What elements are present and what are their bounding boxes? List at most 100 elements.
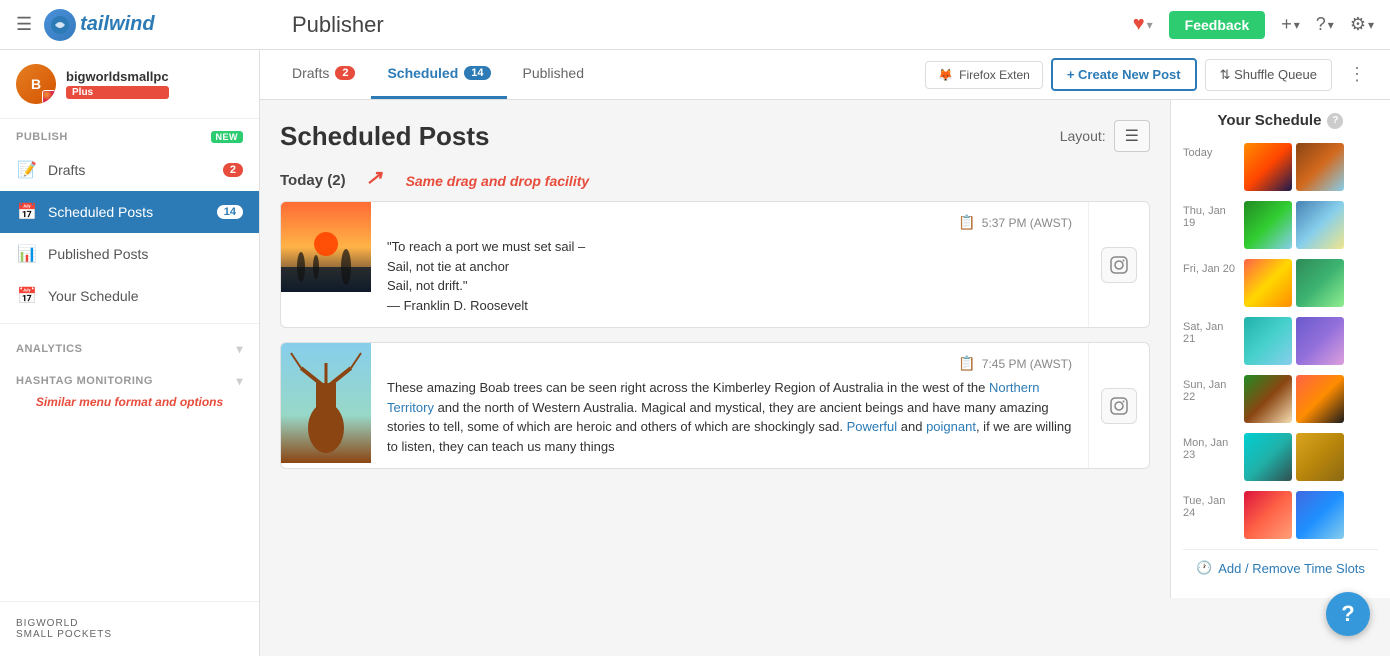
sidebar-item-published[interactable]: 📊 Published Posts [0, 233, 259, 275]
post-meta-1: 📋 5:37 PM (AWST) [387, 214, 1072, 231]
schedule-thumb-fri-2[interactable] [1296, 259, 1344, 307]
tab-scheduled-count: 14 [464, 66, 490, 80]
sidebar-item-schedule[interactable]: 📅 Your Schedule [0, 275, 259, 317]
sidebar-item-scheduled[interactable]: 📅 Scheduled Posts 14 [0, 191, 259, 233]
help-button[interactable]: ? ▾ [1316, 14, 1334, 35]
post-actions-1 [1088, 202, 1149, 327]
schedule-thumb-tue-1[interactable] [1244, 491, 1292, 539]
logo[interactable]: tailwind [44, 9, 154, 41]
hamburger-icon[interactable]: ☰ [16, 14, 32, 35]
sidebar-divider [0, 323, 259, 324]
posts-title: Scheduled Posts [280, 121, 490, 152]
schedule-help-icon[interactable]: ? [1327, 113, 1343, 129]
instagram-badge [42, 90, 56, 104]
schedule-day-fri: Fri, Jan 20 [1183, 259, 1378, 307]
schedule-images-thu [1244, 201, 1344, 249]
feedback-button[interactable]: Feedback [1169, 11, 1266, 39]
instagram-action-btn-1[interactable] [1101, 247, 1137, 283]
post-thumbnail-1 [281, 202, 371, 292]
sidebar-item-drafts[interactable]: 📝 Drafts 2 [0, 149, 259, 191]
schedule-images-mon [1244, 433, 1344, 481]
shuffle-queue-button[interactable]: ⇅ Shuffle Queue [1205, 59, 1332, 91]
schedule-panel-wrapper: Your Schedule ? Today Thu, Jan 19 [1170, 100, 1390, 656]
analytics-chevron: ▾ [236, 342, 243, 356]
brand-logo: BIGWORLD SMALL POCKETS [16, 618, 243, 640]
layout-button[interactable]: ☰ [1114, 120, 1150, 152]
plus-button[interactable]: + ▾ [1281, 14, 1300, 35]
schedule-day-today: Today [1183, 143, 1378, 191]
tab-drafts[interactable]: Drafts 2 [276, 50, 371, 99]
tab-bar: Drafts 2 Scheduled 14 Published 🦊 Firefo… [260, 50, 1390, 100]
settings-dropdown-icon: ▾ [1368, 18, 1374, 32]
platform-icon-1: 📋 [958, 214, 975, 231]
settings-button[interactable]: ⚙ ▾ [1350, 14, 1374, 35]
poignant-link[interactable]: poignant [926, 419, 976, 434]
schedule-images-fri [1244, 259, 1344, 307]
user-profile: B bigworldsmallpc Plus [0, 50, 259, 119]
schedule-thumb-today-2[interactable] [1296, 143, 1344, 191]
schedule-thumb-today-1[interactable] [1244, 143, 1292, 191]
top-nav-center: Publisher [276, 12, 1133, 38]
top-nav: ☰ tailwind Publisher ♥ ▾ Feedback + ▾ ? … [0, 0, 1390, 50]
help-bubble[interactable]: ? [1326, 592, 1370, 636]
user-info: bigworldsmallpc Plus [66, 69, 169, 99]
schedule-thumb-sun-2[interactable] [1296, 375, 1344, 423]
sidebar: B bigworldsmallpc Plus PUBLISH NEW 📝 Dra… [0, 50, 260, 656]
schedule-thumb-mon-1[interactable] [1244, 433, 1292, 481]
schedule-day-sun: Sun, Jan 22 [1183, 375, 1378, 423]
sidebar-bottom: BIGWORLD SMALL POCKETS [0, 601, 259, 656]
powerful-link[interactable]: Powerful [847, 419, 898, 434]
schedule-thumb-mon-2[interactable] [1296, 433, 1344, 481]
schedule-day-sat: Sat, Jan 21 [1183, 317, 1378, 365]
schedule-thumb-thu-1[interactable] [1244, 201, 1292, 249]
plus-badge: Plus [66, 86, 169, 99]
tab-drafts-label: Drafts [292, 65, 329, 81]
post-card-1: 📋 5:37 PM (AWST) "To reach a port we mus… [280, 201, 1150, 328]
drafts-count: 2 [223, 163, 243, 177]
sidebar-item-label-scheduled: Scheduled Posts [48, 204, 153, 220]
schedule-thumb-sun-1[interactable] [1244, 375, 1292, 423]
post-text-1: "To reach a port we must set sail –Sail,… [387, 237, 1072, 315]
schedule-thumb-fri-1[interactable] [1244, 259, 1292, 307]
firefox-ext-button[interactable]: 🦊 Firefox Exten [925, 61, 1043, 89]
tab-published-label: Published [523, 65, 585, 81]
scheduled-count: 14 [217, 205, 243, 219]
brand-name: BIGWORLD [16, 618, 243, 629]
date-group-label: Today (2) [280, 172, 346, 189]
post-card-2: 📋 7:45 PM (AWST) These amazing Boab tree… [280, 342, 1150, 469]
schedule-images-sat [1244, 317, 1344, 365]
add-time-slots-button[interactable]: 🕐 Add / Remove Time Slots [1183, 549, 1378, 586]
schedule-thumb-thu-2[interactable] [1296, 201, 1344, 249]
schedule-thumb-tue-2[interactable] [1296, 491, 1344, 539]
northern-territory-link[interactable]: Northern Territory [387, 380, 1040, 415]
logo-text: tailwind [80, 13, 154, 36]
post-card-inner-1: 📋 5:37 PM (AWST) "To reach a port we mus… [281, 202, 1149, 327]
published-icon: 📊 [16, 243, 38, 265]
top-nav-left: ☰ tailwind [16, 9, 276, 41]
schedule-day-mon: Mon, Jan 23 [1183, 433, 1378, 481]
post-meta-2: 📋 7:45 PM (AWST) [387, 355, 1072, 372]
schedule-images-tue [1244, 491, 1344, 539]
platform-icon-2: 📋 [958, 355, 975, 372]
post-content-2: 📋 7:45 PM (AWST) These amazing Boab tree… [371, 343, 1088, 468]
heart-dropdown-icon: ▾ [1147, 18, 1153, 32]
tab-actions: 🦊 Firefox Exten + Create New Post ⇅ Shuf… [925, 50, 1374, 99]
more-options-button[interactable]: ⋮ [1340, 60, 1374, 89]
publish-label: PUBLISH [16, 131, 68, 143]
post-time-2: 7:45 PM (AWST) [982, 357, 1072, 371]
day-label-tue: Tue, Jan 24 [1183, 491, 1238, 519]
layout-label: Layout: [1060, 128, 1106, 144]
schedule-images-sun [1244, 375, 1344, 423]
post-card-inner-2: 📋 7:45 PM (AWST) These amazing Boab tree… [281, 343, 1149, 468]
tab-published[interactable]: Published [507, 50, 601, 99]
schedule-title: Your Schedule [1218, 112, 1322, 129]
help-dropdown-icon: ▾ [1328, 18, 1334, 32]
heart-button[interactable]: ♥ ▾ [1133, 13, 1153, 36]
clock-icon: 🕐 [1196, 560, 1212, 576]
tab-scheduled[interactable]: Scheduled 14 [371, 50, 506, 99]
create-post-button[interactable]: + Create New Post [1051, 58, 1197, 91]
page-title: Publisher [292, 12, 384, 37]
instagram-action-btn-2[interactable] [1101, 388, 1137, 424]
schedule-thumb-sat-1[interactable] [1244, 317, 1292, 365]
schedule-thumb-sat-2[interactable] [1296, 317, 1344, 365]
